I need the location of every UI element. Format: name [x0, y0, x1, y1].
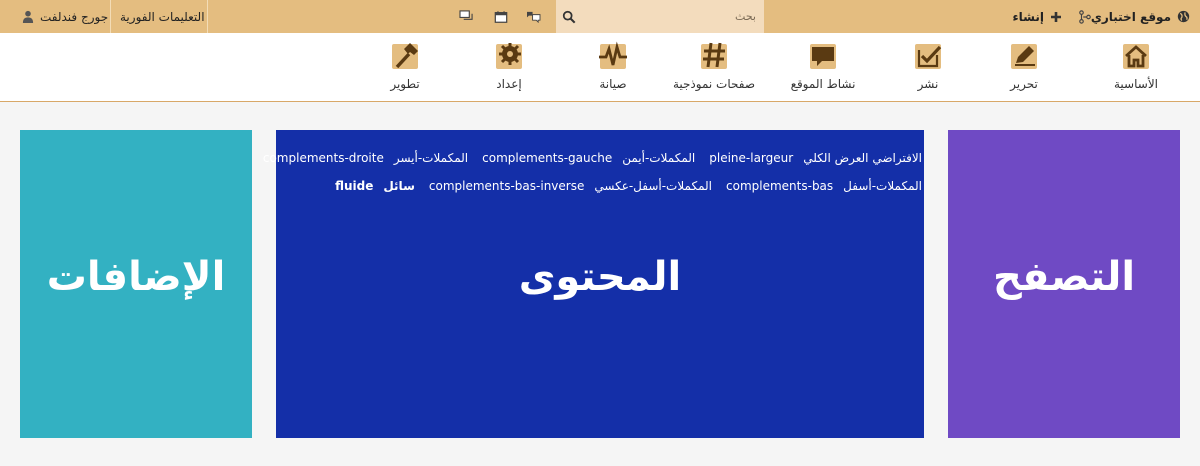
extras-title: الإضافات — [46, 254, 226, 300]
content-panel: الافتراضي العرض الكلي pleine-largeur المكم… — [263, 130, 924, 438]
toolbar-divider — [110, 0, 111, 33]
home-icon — [1121, 41, 1151, 71]
chat-icon — [459, 10, 474, 23]
user-name: جورج فندلفت — [40, 9, 109, 24]
menu-item-develop[interactable]: تطوير — [350, 33, 460, 102]
instant-help-label: التعليمات الفورية — [120, 9, 205, 24]
globe-icon — [1177, 10, 1190, 23]
gear-icon — [494, 41, 524, 71]
message-icon — [526, 10, 541, 23]
class-label: المكملات-أسفل-عكسي — [594, 179, 713, 193]
classes-line: الافتراضي العرض الكلي pleine-largeur المكم… — [263, 144, 922, 172]
class-label: سائل — [383, 179, 415, 193]
site-link[interactable]: موقع اختباري — [1091, 0, 1190, 33]
hammer-icon — [390, 41, 420, 71]
class-label: الافتراضي العرض الكلي — [803, 151, 922, 165]
menu-item-home[interactable]: الأساسية — [1081, 33, 1191, 102]
classes-line: المكملات-أسفل complements-bas المكملات-أسف… — [278, 172, 922, 200]
class-label: complements-bas — [726, 179, 834, 193]
menu-item-label: نشر — [917, 77, 939, 91]
site-name: موقع اختباري — [1090, 9, 1171, 24]
extras-panel: الإضافات — [20, 130, 252, 438]
create-label: إنشاء — [1012, 9, 1044, 24]
class-label: pleine-largeur — [709, 151, 794, 165]
messages-button[interactable] — [526, 0, 541, 33]
menu-item-site-activity[interactable]: نشاط الموقع — [768, 33, 878, 102]
menu-item-edit[interactable]: تحرير — [969, 33, 1079, 102]
top-toolbar: موقع اختباري إنشاء التعليمات الفورية — [0, 0, 1200, 33]
menu-item-label: تحرير — [1010, 77, 1038, 91]
navigation-panel: التصفح — [948, 130, 1180, 438]
menu-item-label: نشاط الموقع — [790, 77, 856, 91]
class-label: المكملات-أيمن — [622, 151, 696, 165]
checkmark-icon — [913, 41, 943, 71]
pencil-icon — [1009, 41, 1039, 71]
pulse-icon — [598, 41, 628, 71]
search-input[interactable] — [584, 0, 764, 33]
menu-item-publish[interactable]: نشر — [873, 33, 983, 102]
create-button[interactable]: إنشاء — [1013, 0, 1062, 33]
admin-menu: الأساسية تحرير نشر نشاط الموقع صفحات نمو… — [0, 33, 1200, 102]
hash-icon — [699, 41, 729, 71]
toolbar-divider — [207, 0, 208, 33]
layout-classes: الافتراضي العرض الكلي pleine-largeur المكم… — [263, 144, 922, 200]
content-title: المحتوى — [518, 254, 682, 300]
menu-item-label: تطوير — [390, 77, 420, 91]
menu-item-settings[interactable]: إعداد — [454, 33, 564, 102]
menu-item-label: الأساسية — [1114, 77, 1158, 91]
speech-bubble-icon — [808, 41, 838, 71]
class-label: المكملات-أسفل — [843, 179, 922, 193]
class-label: المكملات-أيسر — [393, 151, 469, 165]
menu-item-label: إعداد — [496, 77, 522, 91]
class-label: complements-droite — [262, 151, 384, 165]
menu-item-label: صيانة — [599, 77, 627, 91]
plus-icon — [1050, 11, 1062, 23]
menu-item-label: صفحات نموذجية — [672, 77, 756, 91]
class-label: complements-bas-inverse — [428, 179, 585, 193]
calendar-button[interactable] — [494, 0, 508, 33]
menu-item-templates[interactable]: صفحات نموذجية — [659, 33, 769, 102]
search-box — [556, 0, 764, 33]
navigation-title: التصفح — [992, 254, 1136, 300]
sitemap-icon — [1078, 9, 1092, 24]
chat-button[interactable] — [459, 0, 474, 33]
user-menu[interactable]: جورج فندلفت — [22, 0, 108, 33]
user-icon — [22, 10, 34, 23]
menu-item-maintenance[interactable]: صيانة — [558, 33, 668, 102]
search-icon[interactable] — [562, 9, 576, 28]
calendar-icon — [494, 10, 508, 24]
class-label: fluide — [335, 179, 374, 193]
instant-help-link[interactable]: التعليمات الفورية — [120, 0, 205, 33]
class-label: complements-gauche — [482, 151, 613, 165]
structure-toggle[interactable] — [1078, 0, 1092, 33]
